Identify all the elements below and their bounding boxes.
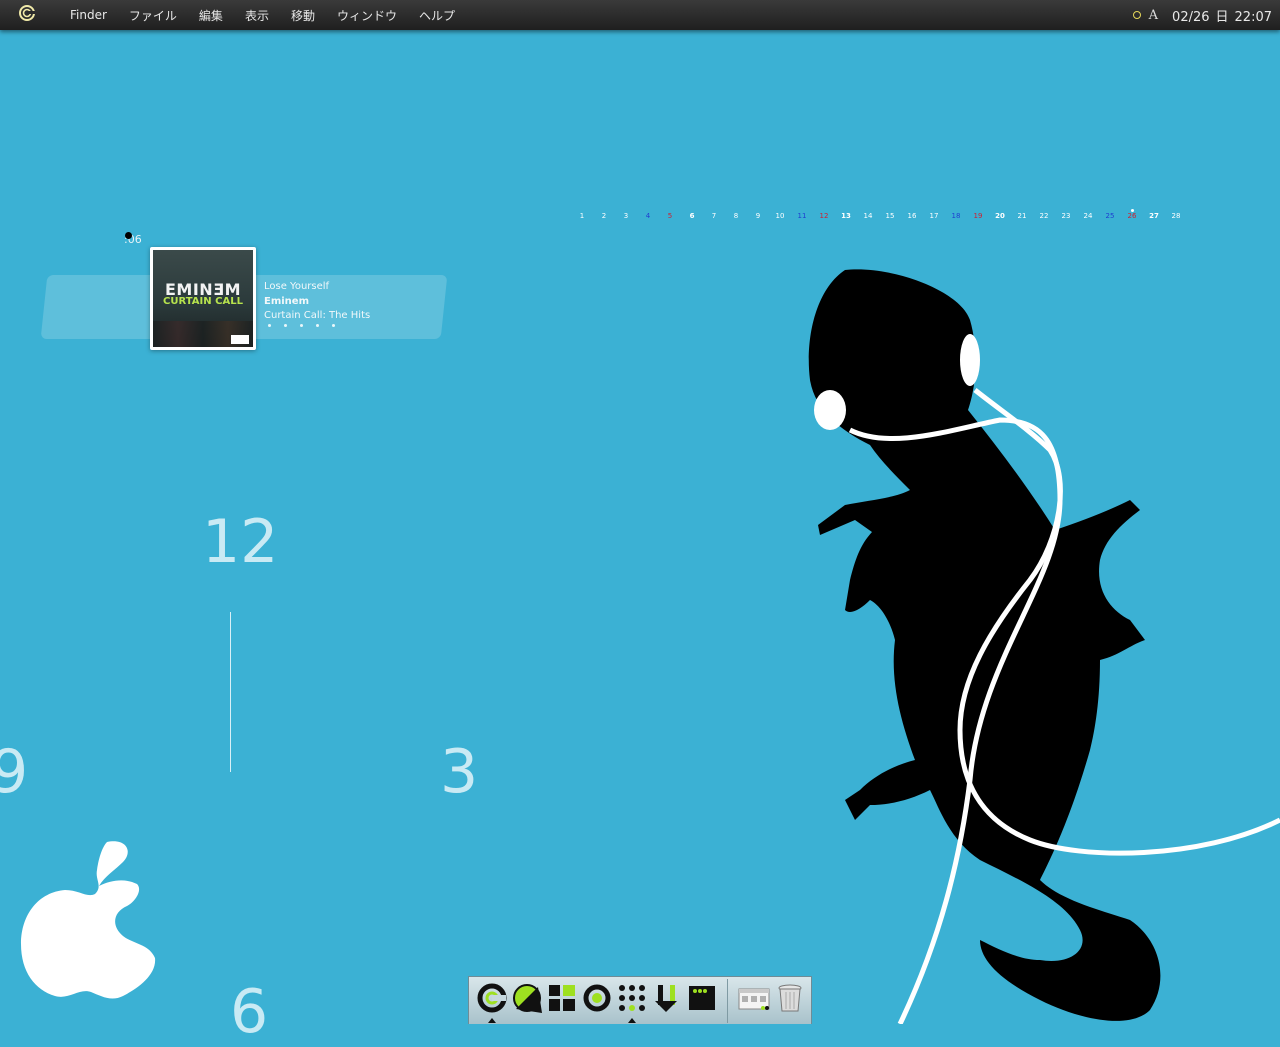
- calendar-day[interactable]: 7: [704, 212, 724, 220]
- running-indicator: [488, 1018, 496, 1023]
- calendar-day[interactable]: 20: [990, 212, 1010, 220]
- calendar-day[interactable]: 2: [594, 212, 614, 220]
- calendar-day[interactable]: 24: [1078, 212, 1098, 220]
- menu-time: 22:07: [1234, 9, 1272, 25]
- rating-dot-icon[interactable]: [268, 324, 271, 327]
- status-light-icon[interactable]: [1132, 11, 1141, 19]
- dock-divider: [727, 979, 728, 1023]
- clock-hand: [230, 612, 231, 772]
- menu-help[interactable]: ヘルプ: [419, 7, 455, 24]
- spiral-app-icon[interactable]: [477, 983, 507, 1013]
- menu-window[interactable]: ウィンドウ: [337, 7, 397, 24]
- calendar-day[interactable]: 14: [858, 212, 878, 220]
- calendar-strip: 1 2 3 4 5 6 7 8 9 10 11 12 13 14 15 16 17 18 19 20 21 22 23 24 2…: [572, 209, 1192, 226]
- clock-number-6: 6: [230, 977, 269, 1047]
- calendar-day[interactable]: 4: [638, 212, 658, 220]
- menu-clock[interactable]: 02/26 日 22:07: [1166, 6, 1272, 25]
- calendar-day[interactable]: 19: [968, 212, 988, 220]
- album-art[interactable]: EMINƎM CURTAIN CALL: [150, 247, 256, 350]
- dock: [468, 976, 812, 1024]
- menu-date: 02/26: [1172, 9, 1210, 25]
- target-circle-icon[interactable]: [582, 983, 612, 1013]
- calendar-day[interactable]: 23: [1056, 212, 1076, 220]
- menu-list: Finder ファイル 編集 表示 移動 ウィンドウ ヘルプ: [70, 0, 477, 30]
- rating-dot-icon[interactable]: [332, 324, 335, 327]
- menu-status-area: A 02/26 日 22:07: [1132, 0, 1272, 30]
- input-mode-indicator[interactable]: A: [1149, 8, 1158, 23]
- calendar-day[interactable]: 5: [660, 212, 680, 220]
- calendar-day[interactable]: 18: [946, 212, 966, 220]
- calendar-day[interactable]: 8: [726, 212, 746, 220]
- trash-icon[interactable]: [775, 983, 805, 1013]
- calendar-day[interactable]: 26: [1122, 212, 1142, 220]
- dot-matrix-icon[interactable]: [617, 983, 647, 1013]
- terminal-icon[interactable]: [687, 983, 717, 1013]
- menu-edit[interactable]: 編集: [199, 7, 223, 24]
- download-arrow-icon[interactable]: [652, 983, 682, 1013]
- finder-window-icon[interactable]: [737, 983, 771, 1013]
- calendar-day[interactable]: 1: [572, 212, 592, 220]
- menu-view[interactable]: 表示: [245, 7, 269, 24]
- rating-dot-icon[interactable]: [284, 324, 287, 327]
- track-title: Lose Yourself: [264, 281, 330, 292]
- clock-number-3: 3: [440, 737, 479, 807]
- calendar-day[interactable]: 21: [1012, 212, 1032, 220]
- menu-finder[interactable]: Finder: [70, 8, 107, 22]
- album-cover: EMINƎM CURTAIN CALL: [153, 250, 253, 347]
- calendar-day[interactable]: 16: [902, 212, 922, 220]
- calendar-day[interactable]: 11: [792, 212, 812, 220]
- track-artist: Eminem: [264, 295, 309, 307]
- calendar-day[interactable]: 6: [682, 212, 702, 220]
- rating-dot-icon[interactable]: [300, 324, 303, 327]
- calendar-day[interactable]: 22: [1034, 212, 1054, 220]
- apple-logo-icon: [21, 841, 156, 999]
- menu-bar: Finder ファイル 編集 表示 移動 ウィンドウ ヘルプ A 02/26 日 2…: [0, 0, 1280, 30]
- today-marker-icon: [1131, 209, 1134, 212]
- running-indicator: [628, 1018, 636, 1023]
- rating-dot-icon[interactable]: [316, 324, 319, 327]
- calendar-day[interactable]: 25: [1100, 212, 1120, 220]
- gecko-wallpaper-icon: [808, 269, 1280, 1024]
- menu-weekday: 日: [1215, 9, 1229, 25]
- calendar-day[interactable]: 28: [1166, 212, 1186, 220]
- clock-number-12: 12: [202, 507, 279, 577]
- calendar-day[interactable]: 9: [748, 212, 768, 220]
- calendar-day[interactable]: 10: [770, 212, 790, 220]
- now-playing-info: Lose Yourself Eminem Curtain Call: The H…: [264, 280, 370, 324]
- rating-dots[interactable]: [268, 324, 348, 327]
- halftone-circle-icon[interactable]: [512, 983, 542, 1013]
- calendar-day[interactable]: 15: [880, 212, 900, 220]
- squares-grid-icon[interactable]: [547, 983, 577, 1013]
- calendar-day[interactable]: 3: [616, 212, 636, 220]
- spiral-logo-icon[interactable]: [18, 4, 36, 22]
- advisory-label-icon: [231, 335, 249, 344]
- menu-file[interactable]: ファイル: [129, 7, 177, 24]
- calendar-day[interactable]: 13: [836, 212, 856, 220]
- track-album: Curtain Call: The Hits: [264, 310, 371, 321]
- calendar-day[interactable]: 12: [814, 212, 834, 220]
- menu-go[interactable]: 移動: [291, 7, 315, 24]
- now-playing-dot-icon: [125, 232, 132, 239]
- cover-subtitle: CURTAIN CALL: [163, 296, 243, 307]
- clock-number-9: 9: [0, 737, 29, 807]
- calendar-day[interactable]: 17: [924, 212, 944, 220]
- calendar-day[interactable]: 27: [1144, 212, 1164, 220]
